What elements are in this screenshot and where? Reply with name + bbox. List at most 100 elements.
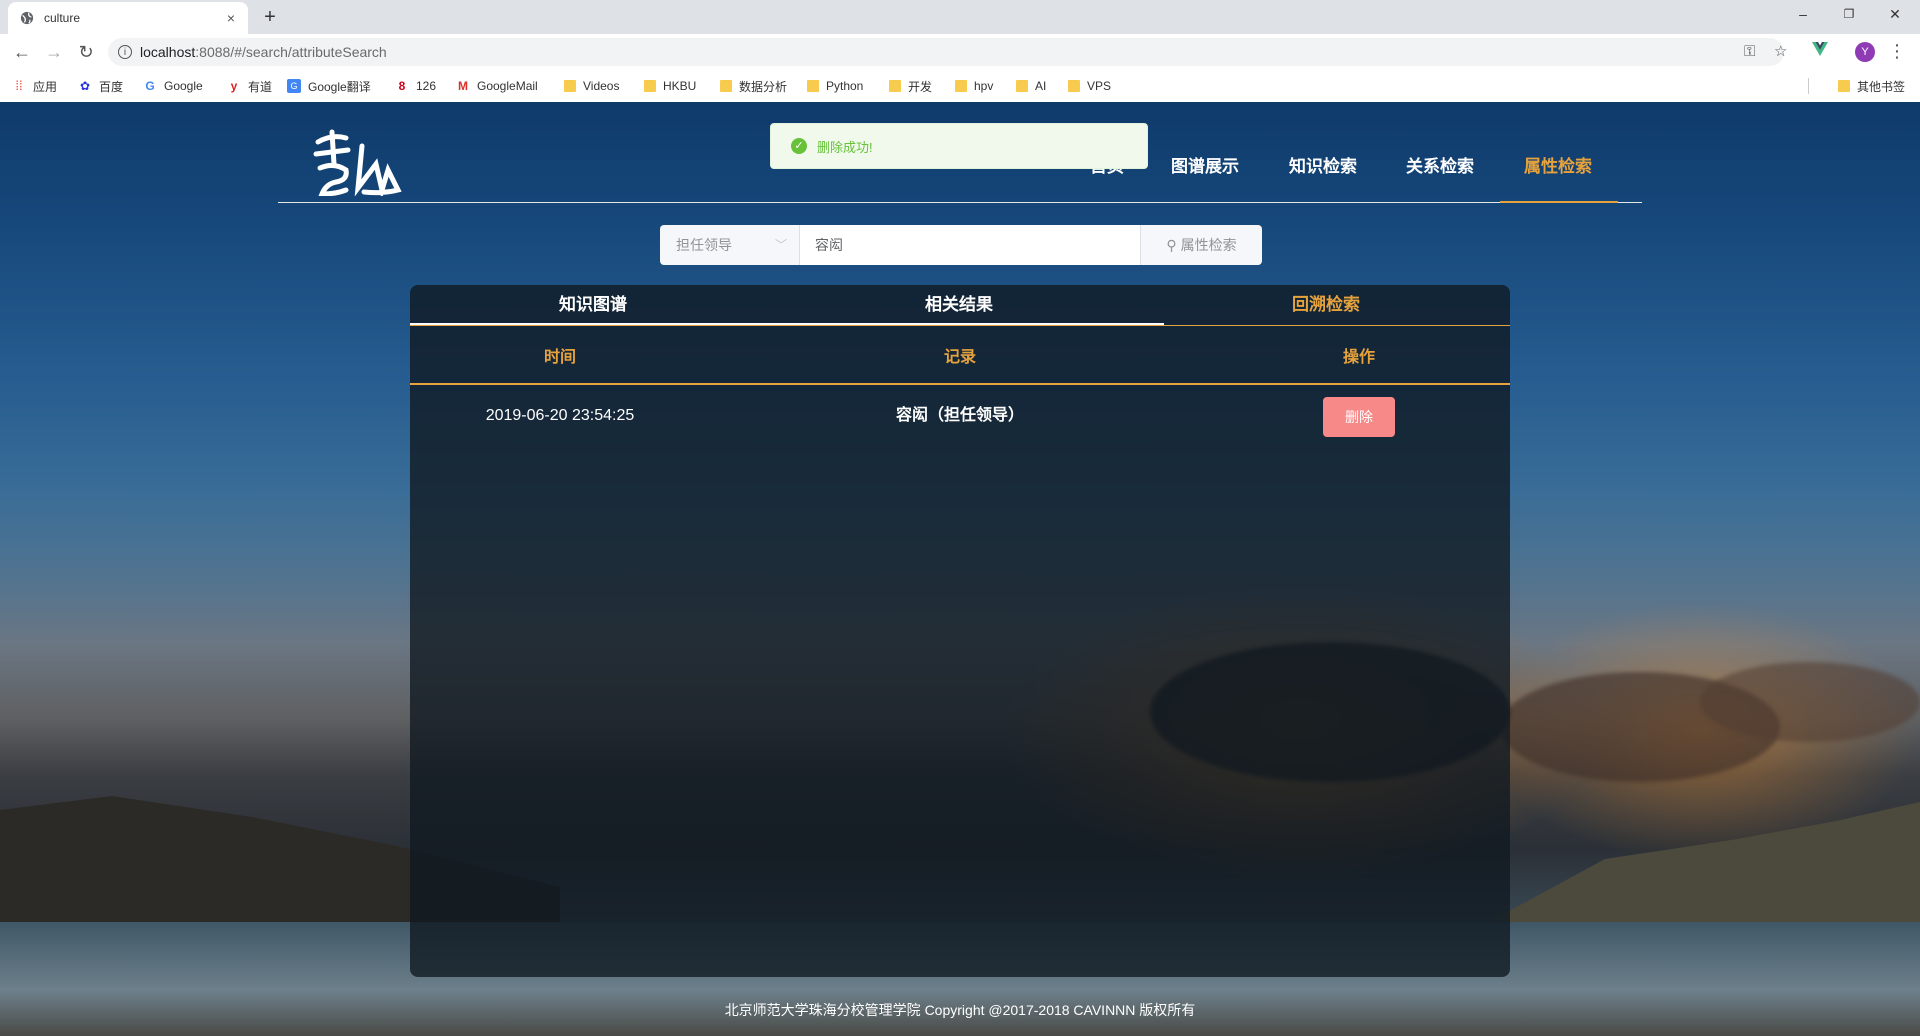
tab-related-results[interactable]: 相关结果 <box>776 285 1142 325</box>
minimize-button[interactable]: – <box>1780 0 1826 30</box>
bookmark-label: 应用 <box>33 79 58 94</box>
key-icon[interactable]: ⚿ <box>1744 38 1755 66</box>
url-host: localhost <box>140 44 196 60</box>
bookmark-folder-ai[interactable]: AI <box>1016 76 1046 96</box>
bookmark-label: Google <box>164 79 203 93</box>
bookmarks-divider <box>1808 78 1809 94</box>
vue-devtools-icon[interactable] <box>1808 40 1832 64</box>
profile-avatar[interactable]: Y <box>1855 42 1875 62</box>
globe-icon <box>20 11 34 25</box>
search-input[interactable]: 容闳 <box>800 225 1140 265</box>
column-header-record: 记录 <box>943 349 976 366</box>
attribute-select-value: 担任领导 <box>676 237 732 253</box>
history-table-header: 时间 记录 操作 <box>410 333 1510 385</box>
folder-icon <box>720 80 732 92</box>
back-arrow-icon[interactable]: ← <box>10 40 34 64</box>
site-info-icon[interactable]: i <box>118 45 132 59</box>
url-path: :8088/#/search/attributeSearch <box>195 44 387 60</box>
baidu-paw-icon: ✿ <box>79 79 91 93</box>
tab-knowledge-graph[interactable]: 知识图谱 <box>410 285 776 325</box>
check-circle-icon: ✓ <box>791 138 807 154</box>
page-footer: 北京师范大学珠海分校管理学院 Copyright @2017-2018 CAVI… <box>724 1002 1196 1018</box>
chevron-down-icon: ﹀ <box>774 238 787 252</box>
browser-tabstrip: culture × + – ❐ ✕ <box>0 0 1920 34</box>
bookmark-star-icon[interactable]: ☆ <box>1774 38 1787 66</box>
bookmark-label: 其他书签 <box>1857 79 1906 94</box>
bookmark-folder-python[interactable]: Python <box>807 76 863 96</box>
table-row: 2019-06-20 23:54:25 容闳（担任领导） 删除 <box>410 385 1510 447</box>
cloud <box>1700 662 1920 742</box>
folder-icon <box>807 80 819 92</box>
bookmarks-bar: ⁞⁞ 应用 ✿ 百度 G Google y 有道 G Google翻译 8 126 M Goo… <box>0 70 1920 103</box>
bookmark-folder-videos[interactable]: Videos <box>564 76 619 96</box>
cell-time: 2019-06-20 23:54:25 <box>485 407 635 424</box>
tab-close-icon[interactable]: × <box>222 10 240 26</box>
bookmark-folder-hkbu[interactable]: HKBU <box>644 76 696 96</box>
folder-icon <box>1068 80 1080 92</box>
tab-history-search[interactable]: 回溯检索 <box>1143 285 1509 325</box>
vue-logo-icon <box>1812 42 1828 56</box>
gmail-icon: M <box>458 79 468 93</box>
bookmark-gmail[interactable]: M GoogleMail <box>456 76 538 96</box>
forward-arrow-icon[interactable]: → <box>42 40 66 64</box>
tab-underline <box>410 323 1164 325</box>
apps-grid-icon: ⁞⁞ <box>15 78 23 93</box>
bookmark-google-translate[interactable]: G Google翻译 <box>287 76 371 96</box>
bookmark-label: Python <box>826 79 864 93</box>
browser-menu-icon[interactable]: ⋮ <box>1888 40 1906 64</box>
search-icon: ⚲ <box>1166 236 1177 253</box>
nav-active-indicator <box>1500 201 1618 203</box>
bookmark-google[interactable]: G Google <box>143 76 203 96</box>
bookmark-label: HKBU <box>663 79 697 93</box>
bookmark-126[interactable]: 8 126 <box>395 76 436 96</box>
bookmark-youdao[interactable]: y 有道 <box>227 76 272 96</box>
site-logo[interactable] <box>312 124 402 196</box>
delete-button[interactable]: 删除 <box>1323 397 1395 437</box>
folder-icon <box>564 80 576 92</box>
bookmark-folder-hpv[interactable]: hpv <box>955 76 993 96</box>
folder-icon <box>1838 80 1850 92</box>
success-toast: ✓ 删除成功! <box>770 123 1148 169</box>
browser-toolbar: ← → ↻ i localhost:8088/#/search/attribut… <box>0 34 1920 70</box>
bookmark-other[interactable]: 其他书签 <box>1838 76 1905 96</box>
bookmark-folder-dev[interactable]: 开发 <box>889 76 932 96</box>
bookmark-label: VPS <box>1087 79 1112 93</box>
reload-icon[interactable]: ↻ <box>74 40 98 64</box>
folder-icon <box>889 80 901 92</box>
bookmark-label: 有道 <box>248 79 273 94</box>
attribute-select[interactable]: 担任领导 ﹀ <box>660 225 800 265</box>
youdao-icon: y <box>230 79 238 93</box>
toast-message: 删除成功! <box>817 139 873 155</box>
bookmark-folder-vps[interactable]: VPS <box>1068 76 1111 96</box>
nav-graph-display[interactable]: 图谱展示 <box>1171 152 1239 177</box>
results-tabs: 知识图谱 相关结果 回溯检索 <box>410 285 1510 326</box>
bookmark-label: 百度 <box>99 79 124 94</box>
folder-icon <box>644 80 656 92</box>
column-header-action: 操作 <box>1342 349 1375 366</box>
bookmark-baidu[interactable]: ✿ 百度 <box>78 76 123 96</box>
new-tab-button[interactable]: + <box>258 6 282 30</box>
bookmark-folder-data-analysis[interactable]: 数据分析 <box>720 76 787 96</box>
bookmark-label: AI <box>1035 79 1047 93</box>
bookmark-label: 开发 <box>908 79 933 94</box>
folder-icon <box>955 80 967 92</box>
restore-button[interactable]: ❐ <box>1826 0 1872 30</box>
bookmark-apps[interactable]: ⁞⁞ 应用 <box>12 76 57 96</box>
attribute-search-button[interactable]: ⚲ 属性检索 <box>1140 225 1262 265</box>
nav-relation-search[interactable]: 关系检索 <box>1406 152 1474 177</box>
header-divider <box>278 202 1642 203</box>
address-bar[interactable]: i localhost:8088/#/search/attributeSearc… <box>108 38 1787 66</box>
attribute-search-bar: 担任领导 ﹀ 容闳 ⚲ 属性检索 <box>660 225 1262 265</box>
page-background: 首页 图谱展示 知识检索 关系检索 属性检索 ✓ 删除成功! 担任领导 ﹀ 容闳… <box>0 102 1920 1036</box>
nav-knowledge-search[interactable]: 知识检索 <box>1289 152 1357 177</box>
bookmark-label: hpv <box>974 79 994 93</box>
folder-icon <box>1016 80 1028 92</box>
google-g-icon: G <box>145 79 155 93</box>
browser-tab[interactable]: culture × <box>8 2 248 34</box>
bookmark-label: 数据分析 <box>739 79 788 94</box>
nav-attribute-search[interactable]: 属性检索 <box>1524 152 1592 177</box>
bookmark-label: 126 <box>416 79 437 93</box>
window-close-button[interactable]: ✕ <box>1872 0 1918 30</box>
tab-title: culture <box>44 11 81 25</box>
cell-record[interactable]: 容闳（担任领导） <box>710 385 1210 447</box>
